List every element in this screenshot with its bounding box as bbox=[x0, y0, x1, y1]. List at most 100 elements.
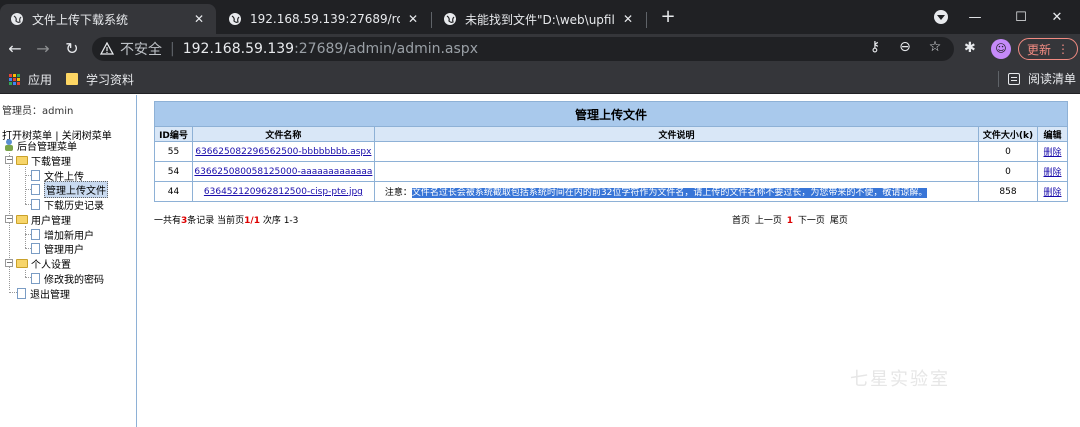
desc-highlighted-text: 文件名过长会被系统截取包括系统时间在内的前32位字符作为文件名，请上传的文件名称… bbox=[411, 188, 928, 198]
tree-item-label: 管理用户 bbox=[44, 244, 84, 256]
tab-title: 未能找到文件"D:\web\upfile\1.t bbox=[465, 12, 615, 27]
globe-icon bbox=[10, 12, 24, 26]
tree-group-personal[interactable]: 个人设置 bbox=[16, 256, 71, 271]
main-panel: 管理上传文件 ID编号 文件名称 文件说明 文件大小(k) 编辑 55 6366… bbox=[154, 101, 1069, 202]
tab-search-chevron-icon[interactable] bbox=[934, 10, 948, 24]
bookmarks-bar: 应用 学习资料 阅读清单 bbox=[0, 64, 1080, 94]
upload-files-table: 管理上传文件 ID编号 文件名称 文件说明 文件大小(k) 编辑 55 6366… bbox=[154, 101, 1069, 202]
reading-list-button[interactable]: 阅读清单 bbox=[1008, 70, 1076, 87]
delete-link[interactable]: 删除 bbox=[1043, 148, 1061, 158]
tree-root-label: 后台管理菜单 bbox=[17, 141, 77, 153]
tree-group-label: 个人设置 bbox=[31, 259, 71, 271]
page-icon bbox=[31, 183, 40, 195]
globe-icon bbox=[443, 12, 457, 26]
pagination: 首页 上一页 1 下一页 尾页 bbox=[732, 213, 848, 226]
collapse-minus-icon[interactable]: − bbox=[5, 215, 13, 223]
profile-avatar-icon[interactable]: ☺ bbox=[991, 39, 1011, 59]
cell-size: 0 bbox=[978, 141, 1038, 162]
bookmark-study[interactable]: 学习资料 bbox=[66, 70, 134, 88]
close-tab-icon[interactable]: ✕ bbox=[192, 12, 206, 26]
warning-triangle-icon[interactable] bbox=[100, 42, 114, 56]
admin-user-label: 管理员：admin bbox=[2, 106, 74, 117]
bookmark-separator bbox=[998, 71, 999, 87]
close-tab-icon[interactable]: ✕ bbox=[621, 12, 635, 26]
file-name-link[interactable]: 636625082296562500-bbbbbbbb.aspx bbox=[195, 147, 371, 157]
tab-robots[interactable]: 192.168.59.139:27689/robots.t ✕ bbox=[218, 4, 430, 34]
cell-id: 54 bbox=[154, 161, 193, 182]
tree-group-users[interactable]: 用户管理 bbox=[16, 212, 71, 227]
summary-middle: 条记录 当前页 bbox=[187, 216, 245, 226]
current-page: 1/1 bbox=[244, 216, 260, 226]
minimize-icon[interactable]: — bbox=[952, 0, 998, 34]
record-range: 次序 1-3 bbox=[262, 216, 299, 226]
tab-file-system[interactable]: 文件上传下载系统 ✕ bbox=[0, 4, 216, 34]
tree-group-download[interactable]: 下载管理 bbox=[16, 153, 71, 168]
collapse-minus-icon[interactable]: − bbox=[5, 156, 13, 164]
last-page-link[interactable]: 尾页 bbox=[830, 216, 848, 226]
extensions-puzzle-icon[interactable]: ✱ bbox=[964, 40, 976, 56]
star-icon[interactable]: ☆ bbox=[926, 39, 944, 55]
tree-item-label: 下载历史记录 bbox=[44, 200, 104, 212]
page-icon bbox=[31, 272, 40, 284]
zoom-icon[interactable]: ⊖ bbox=[896, 39, 914, 55]
folder-icon bbox=[66, 73, 78, 85]
tree-item-label: 修改我的密码 bbox=[44, 274, 104, 286]
tree-group-label: 下载管理 bbox=[31, 156, 71, 168]
table-row: 44 636452120962812500-cisp-pte.jpg 注意：文件… bbox=[154, 181, 1069, 202]
close-window-icon[interactable]: ✕ bbox=[1034, 0, 1080, 34]
file-name-link[interactable]: 636625080058125000-aaaaaaaaaaaaa bbox=[194, 167, 372, 177]
column-header: 文件说明 bbox=[373, 126, 980, 142]
tree-item-download-history[interactable]: 下载历史记录 bbox=[31, 197, 104, 212]
next-page-link[interactable]: 下一页 bbox=[798, 216, 825, 226]
forward-arrow-icon[interactable]: → bbox=[32, 38, 54, 60]
bookmark-apps[interactable]: 应用 bbox=[9, 70, 52, 88]
page-icon bbox=[31, 198, 40, 210]
column-header: 文件名称 bbox=[191, 126, 375, 142]
key-icon[interactable]: ⚷ bbox=[866, 39, 884, 55]
folder-open-icon bbox=[16, 214, 28, 224]
column-header: 编辑 bbox=[1036, 126, 1069, 142]
tree-item-add-user[interactable]: 增加新用户 bbox=[31, 227, 94, 242]
summary-prefix: 一共有 bbox=[154, 216, 182, 226]
file-name-link[interactable]: 636452120962812500-cisp-pte.jpg bbox=[204, 187, 363, 197]
prev-page-link[interactable]: 上一页 bbox=[755, 216, 782, 226]
page-icon bbox=[31, 228, 40, 240]
first-page-link[interactable]: 首页 bbox=[732, 216, 750, 226]
tree-root[interactable]: 后台管理菜单 bbox=[4, 138, 77, 153]
tree-item-logout[interactable]: 退出管理 bbox=[17, 286, 70, 301]
update-button[interactable]: 更新 ⋮ bbox=[1018, 38, 1078, 60]
url-host: 192.168.59.139 bbox=[182, 41, 295, 57]
address-bar[interactable]: 不安全 | 192.168.59.139 :27689/admin/admin.… bbox=[92, 37, 954, 61]
folder-open-icon bbox=[16, 258, 28, 268]
omnibox-divider: | bbox=[170, 41, 175, 57]
table-title: 管理上传文件 bbox=[154, 101, 1068, 127]
back-arrow-icon[interactable]: ← bbox=[4, 38, 26, 60]
url-path: :27689/admin/admin.aspx bbox=[294, 41, 478, 57]
tree-connector bbox=[25, 226, 26, 248]
insecure-label[interactable]: 不安全 bbox=[120, 39, 162, 59]
close-tab-icon[interactable]: ✕ bbox=[406, 12, 420, 26]
cell-id: 44 bbox=[154, 181, 193, 202]
delete-link[interactable]: 删除 bbox=[1043, 168, 1061, 178]
delete-link[interactable]: 删除 bbox=[1043, 188, 1061, 198]
tree-item-manage-users[interactable]: 管理用户 bbox=[31, 241, 84, 256]
column-header: ID编号 bbox=[154, 126, 193, 142]
page-content: 管理员：admin 打开树菜单 | 关闭树菜单 后台管理菜单 − 下载管理 文件… bbox=[0, 95, 1080, 427]
page-number: 1 bbox=[786, 216, 794, 226]
cell-description bbox=[373, 141, 980, 162]
cell-description: 注意：文件名过长会被系统截取包括系统时间在内的前32位字符作为文件名，请上传的文… bbox=[373, 181, 980, 202]
page-icon bbox=[17, 287, 26, 299]
tree-item-manage-uploads[interactable]: 管理上传文件 bbox=[31, 180, 108, 198]
collapse-minus-icon[interactable]: − bbox=[5, 259, 13, 267]
new-tab-plus-icon[interactable]: + bbox=[656, 6, 680, 30]
globe-icon bbox=[228, 12, 242, 26]
tree-connector bbox=[25, 270, 26, 277]
folder-open-icon bbox=[16, 155, 28, 165]
reload-icon[interactable]: ↻ bbox=[61, 38, 83, 60]
reading-list-label: 阅读清单 bbox=[1028, 72, 1077, 86]
watermark-text: 七星实验室 bbox=[850, 369, 950, 390]
menu-dots-icon: ⋮ bbox=[1057, 42, 1069, 56]
tab-not-found[interactable]: 未能找到文件"D:\web\upfile\1.t ✕ bbox=[433, 4, 645, 34]
tree-item-change-password[interactable]: 修改我的密码 bbox=[31, 271, 104, 286]
apps-grid-icon bbox=[9, 73, 20, 85]
